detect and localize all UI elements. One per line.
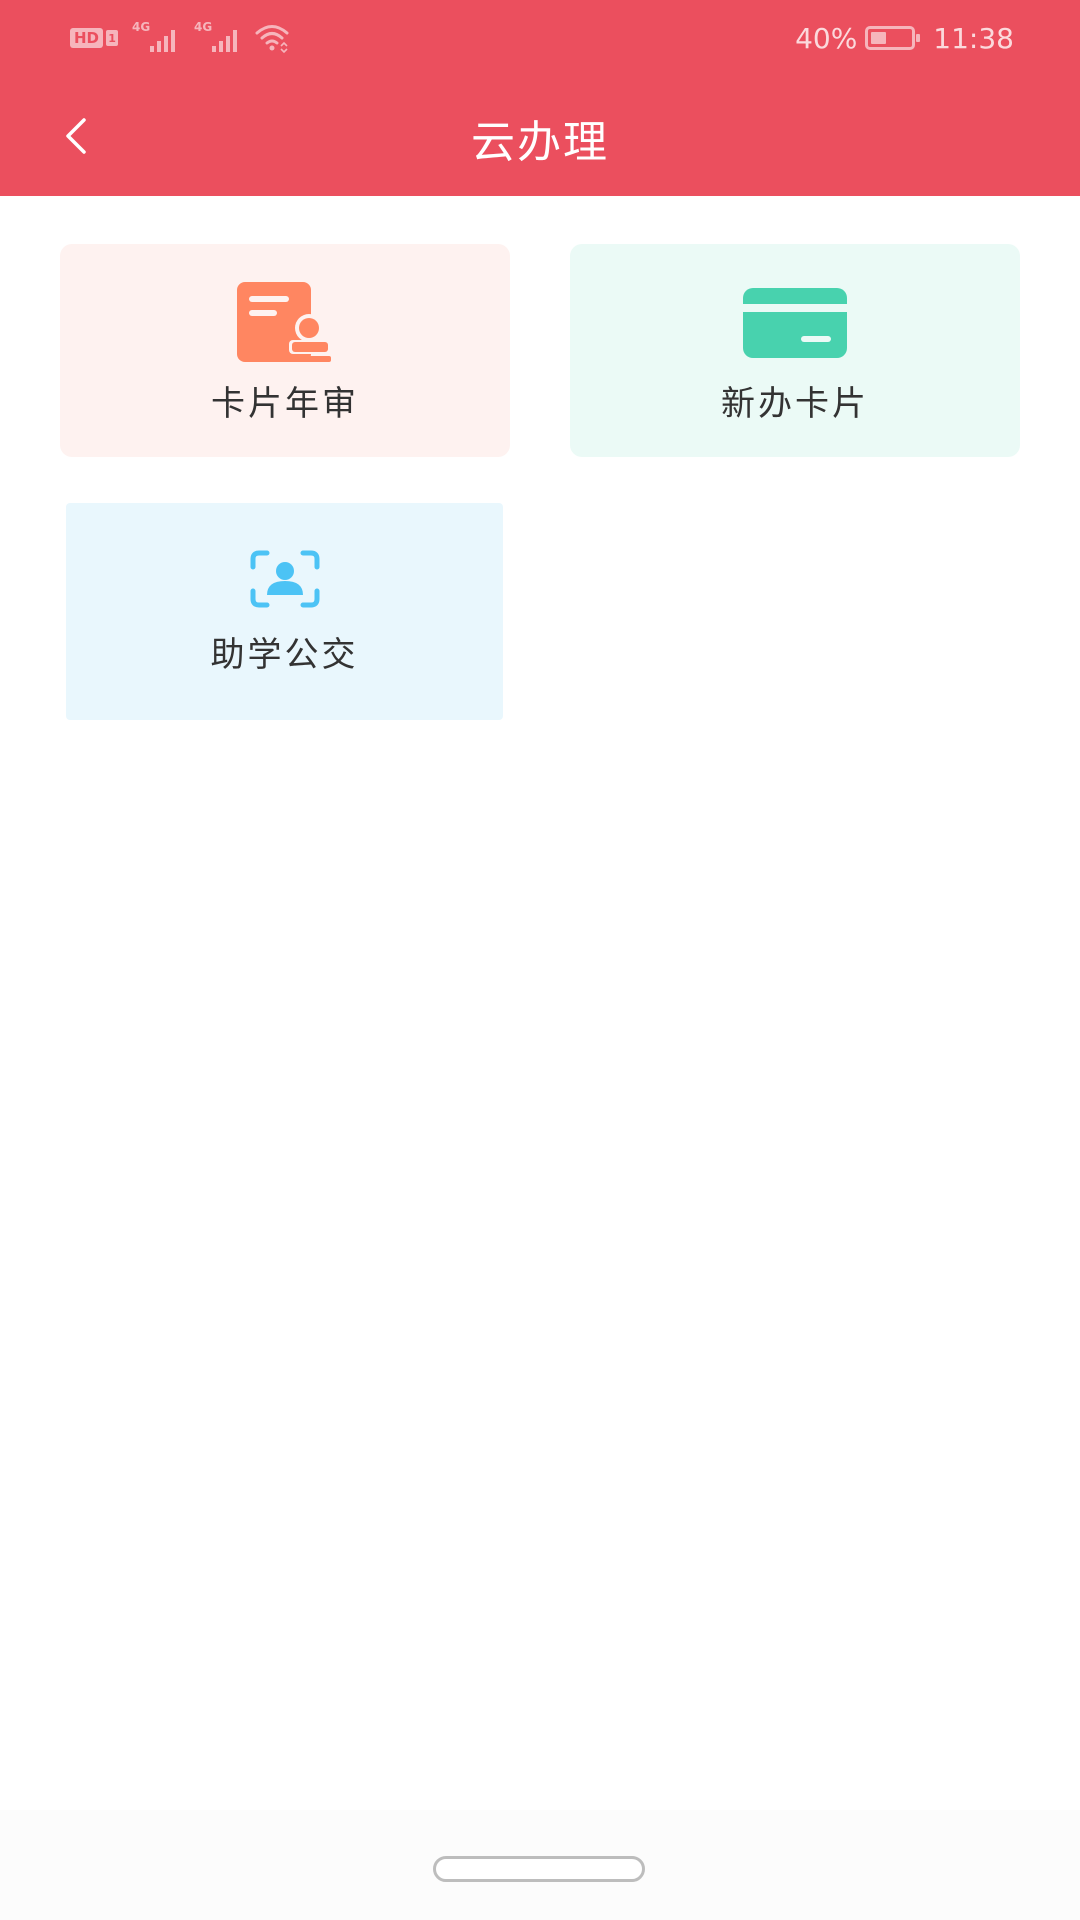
page-title: 云办理 [471,117,609,168]
status-bar: HD 1 4G 4G 40% 11:38 [0,0,1080,76]
wifi-icon [255,25,289,54]
clock: 11:38 [933,21,1014,55]
certificate-stamp-icon [237,282,331,362]
tile-card-annual-review[interactable]: 卡片年审 [60,244,510,457]
tile-new-card[interactable]: 新办卡片 [570,244,1020,457]
status-right: 40% 11:38 [795,18,1014,58]
status-left: HD 1 4G 4G [70,20,290,56]
hd-badge: HD [70,28,104,48]
battery-icon [865,26,921,50]
face-scan-icon [250,550,319,608]
credit-card-icon [743,288,847,358]
network-type-1: 4G [132,20,151,34]
sim-badge: 1 [106,30,119,46]
tile-label: 卡片年审 [211,384,359,424]
network-type-2: 4G [194,20,213,34]
navigation-bar: 云办理 [0,80,1080,192]
signal-strength-icon-2: 4G [194,20,242,56]
app-header: HD 1 4G 4G 40% 11:38 云办理 [0,0,1080,196]
signal-strength-icon-1: 4G [132,20,180,56]
tile-student-bus[interactable]: 助学公交 [66,503,503,720]
home-indicator[interactable] [433,1856,645,1882]
tile-label: 助学公交 [210,635,359,675]
tile-label: 新办卡片 [721,384,869,424]
battery-percent: 40% [795,21,858,55]
